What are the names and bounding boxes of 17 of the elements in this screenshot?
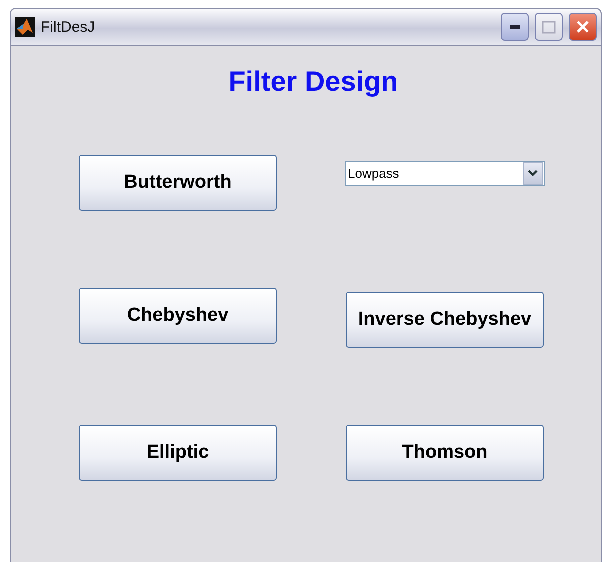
maximize-icon	[542, 20, 556, 34]
app-logo-icon	[15, 17, 35, 37]
close-icon	[576, 20, 590, 34]
filter-button[interactable]: Inverse Chebyshev	[346, 292, 544, 348]
minimize-button[interactable]	[501, 13, 529, 41]
maximize-button[interactable]	[535, 13, 563, 41]
filter-button[interactable]: Elliptic	[79, 425, 277, 481]
filter-button[interactable]: Thomson	[346, 425, 544, 481]
close-button[interactable]	[569, 13, 597, 41]
minimize-icon	[510, 25, 520, 29]
chevron-down-icon	[523, 162, 543, 185]
filter-button[interactable]: Butterworth	[79, 155, 277, 211]
page-heading: Filter Design	[228, 66, 400, 98]
filter-type-dropdown[interactable]: Lowpass	[345, 161, 545, 186]
filter-button[interactable]: Chebyshev	[79, 288, 277, 344]
window-title: FiltDesJ	[41, 18, 96, 36]
dropdown-value: Lowpass	[347, 166, 400, 181]
